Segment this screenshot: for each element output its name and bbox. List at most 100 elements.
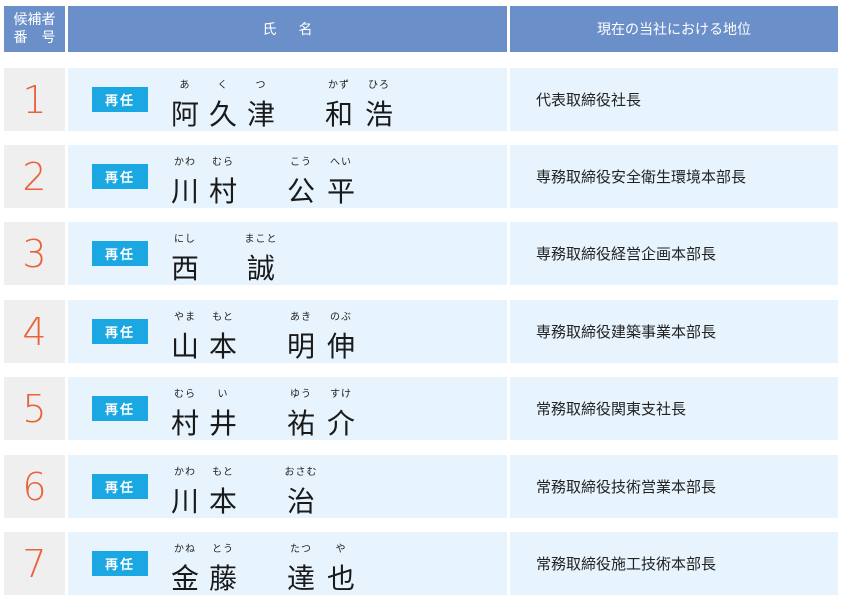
header-name: 氏名: [68, 6, 507, 52]
kanji: 浩: [364, 98, 393, 131]
name-glyph: く久: [206, 76, 240, 131]
kanji: 久: [208, 98, 237, 131]
header-name-text: 氏名: [262, 22, 335, 38]
furigana: い: [217, 389, 229, 400]
name-cell: 再任 にし西 まこと誠: [68, 222, 507, 285]
reappointment-badge: 再任: [92, 551, 148, 576]
name-glyph: ゆう祐: [284, 385, 318, 440]
position-cell: 常務取締役技術営業本部長: [510, 455, 838, 518]
position-cell: 常務取締役関東支社長: [510, 377, 838, 440]
table-row: 4 再任 やま山もと本あき明のぶ伸専務取締役建築事業本部長: [0, 300, 849, 363]
kanji: 平: [326, 175, 355, 208]
header-position-text: 現在の当社における地位: [597, 22, 751, 38]
position-cell: 専務取締役経営企画本部長: [510, 222, 838, 285]
kanji: 也: [326, 562, 355, 595]
candidate-table: 候補者 番 号 氏名 現在の当社における地位 1 再任あ阿く久つ津かず和ひろ浩代表…: [0, 0, 849, 605]
candidate-number: 5: [4, 377, 65, 440]
kanji: 達: [286, 562, 315, 595]
kanji: 山: [170, 330, 199, 363]
kanji: 村: [208, 175, 237, 208]
reappointment-badge: 再任: [92, 319, 148, 344]
reappointment-badge: 再任: [92, 241, 148, 266]
candidate-number: 3: [4, 222, 65, 285]
name-glyph: むら村: [168, 385, 202, 440]
kanji: 祐: [286, 407, 315, 440]
name-glyph: おさむ治: [284, 463, 318, 518]
table-row: 7 再任 かね金とう藤たつ達や也常務取締役施工技術本部長: [0, 532, 849, 595]
table-row: 3 再任 にし西 まこと誠 専務取締役経営企画本部長: [0, 222, 849, 285]
name-glyph: や也: [324, 540, 358, 595]
name-cell: 再任 かね金とう藤たつ達や也: [68, 532, 507, 595]
kanji: 伸: [326, 330, 355, 363]
position-cell: 専務取締役建築事業本部長: [510, 300, 838, 363]
name-glyph: すけ介: [324, 385, 358, 440]
table-row: 2 再任 かわ川むら村こう公へい平専務取締役安全衛生環境本部長: [0, 145, 849, 208]
name-glyph: とう藤: [206, 540, 240, 595]
furigana: おさむ: [284, 467, 318, 478]
furigana: むら: [212, 157, 234, 168]
kanji: 川: [170, 485, 199, 518]
name-glyph: あき明: [284, 308, 318, 363]
kanji: 藤: [208, 562, 237, 595]
furigana: く: [217, 80, 229, 91]
table-row: 1 再任あ阿く久つ津かず和ひろ浩代表取締役社長: [0, 68, 849, 131]
candidate-number: 6: [4, 455, 65, 518]
name-glyph: つ津: [244, 76, 278, 131]
furigana: へい: [330, 157, 352, 168]
name-cell: 再任 むら村い井ゆう祐すけ介: [68, 377, 507, 440]
name-glyph: かず和: [322, 76, 356, 131]
kanji: 公: [286, 175, 315, 208]
name-cell: 再任 やま山もと本あき明のぶ伸: [68, 300, 507, 363]
furigana: もと: [212, 312, 234, 323]
kanji: 津: [246, 98, 275, 131]
name-glyph: もと本: [206, 308, 240, 363]
name-glyph: かわ川: [168, 463, 202, 518]
candidate-number: 1: [4, 68, 65, 131]
furigana: にし: [174, 234, 196, 245]
position-cell: 代表取締役社長: [510, 68, 838, 131]
name-glyph: たつ達: [284, 540, 318, 595]
kanji: 金: [170, 562, 199, 595]
position-cell: 常務取締役施工技術本部長: [510, 532, 838, 595]
kanji: 本: [208, 330, 237, 363]
candidate-number: 4: [4, 300, 65, 363]
name-glyph: かわ川: [168, 153, 202, 208]
furigana: すけ: [330, 389, 352, 400]
name-cell: 再任 かわ川むら村こう公へい平: [68, 145, 507, 208]
reappointment-badge: 再任: [92, 474, 148, 499]
furigana: むら: [174, 389, 196, 400]
candidate-number: 2: [4, 145, 65, 208]
name-glyph: むら村: [206, 153, 240, 208]
table-row: 6 再任 かわ川もと本おさむ治常務取締役技術営業本部長: [0, 455, 849, 518]
reappointment-badge: 再任: [92, 396, 148, 421]
name-glyph: こう公: [284, 153, 318, 208]
name-glyph: やま山: [168, 308, 202, 363]
furigana: や: [335, 544, 347, 555]
header-candidate-number-text: 候補者 番 号: [13, 12, 56, 46]
name-glyph: かね金: [168, 540, 202, 595]
header-candidate-number: 候補者 番 号: [4, 6, 65, 52]
kanji: 誠: [246, 252, 275, 285]
table-row: 5 再任 むら村い井ゆう祐すけ介常務取締役関東支社長: [0, 377, 849, 440]
kanji: 井: [208, 407, 237, 440]
furigana: かわ: [174, 157, 196, 168]
name-glyph: い井: [206, 385, 240, 440]
furigana: つ: [255, 80, 267, 91]
candidate-number: 7: [4, 532, 65, 595]
furigana: まこと: [244, 234, 278, 245]
kanji: 治: [286, 485, 315, 518]
kanji: 西: [170, 252, 199, 285]
furigana: かわ: [174, 467, 196, 478]
furigana: あき: [290, 312, 312, 323]
kanji: 介: [326, 407, 355, 440]
kanji: 阿: [170, 98, 199, 131]
furigana: やま: [174, 312, 196, 323]
kanji: 川: [170, 175, 199, 208]
header-position: 現在の当社における地位: [510, 6, 838, 52]
furigana: ひろ: [368, 80, 390, 91]
kanji: 村: [170, 407, 199, 440]
name-glyph: あ阿: [168, 76, 202, 131]
furigana: あ: [179, 80, 191, 91]
furigana: かず: [328, 80, 350, 91]
position-cell: 専務取締役安全衛生環境本部長: [510, 145, 838, 208]
